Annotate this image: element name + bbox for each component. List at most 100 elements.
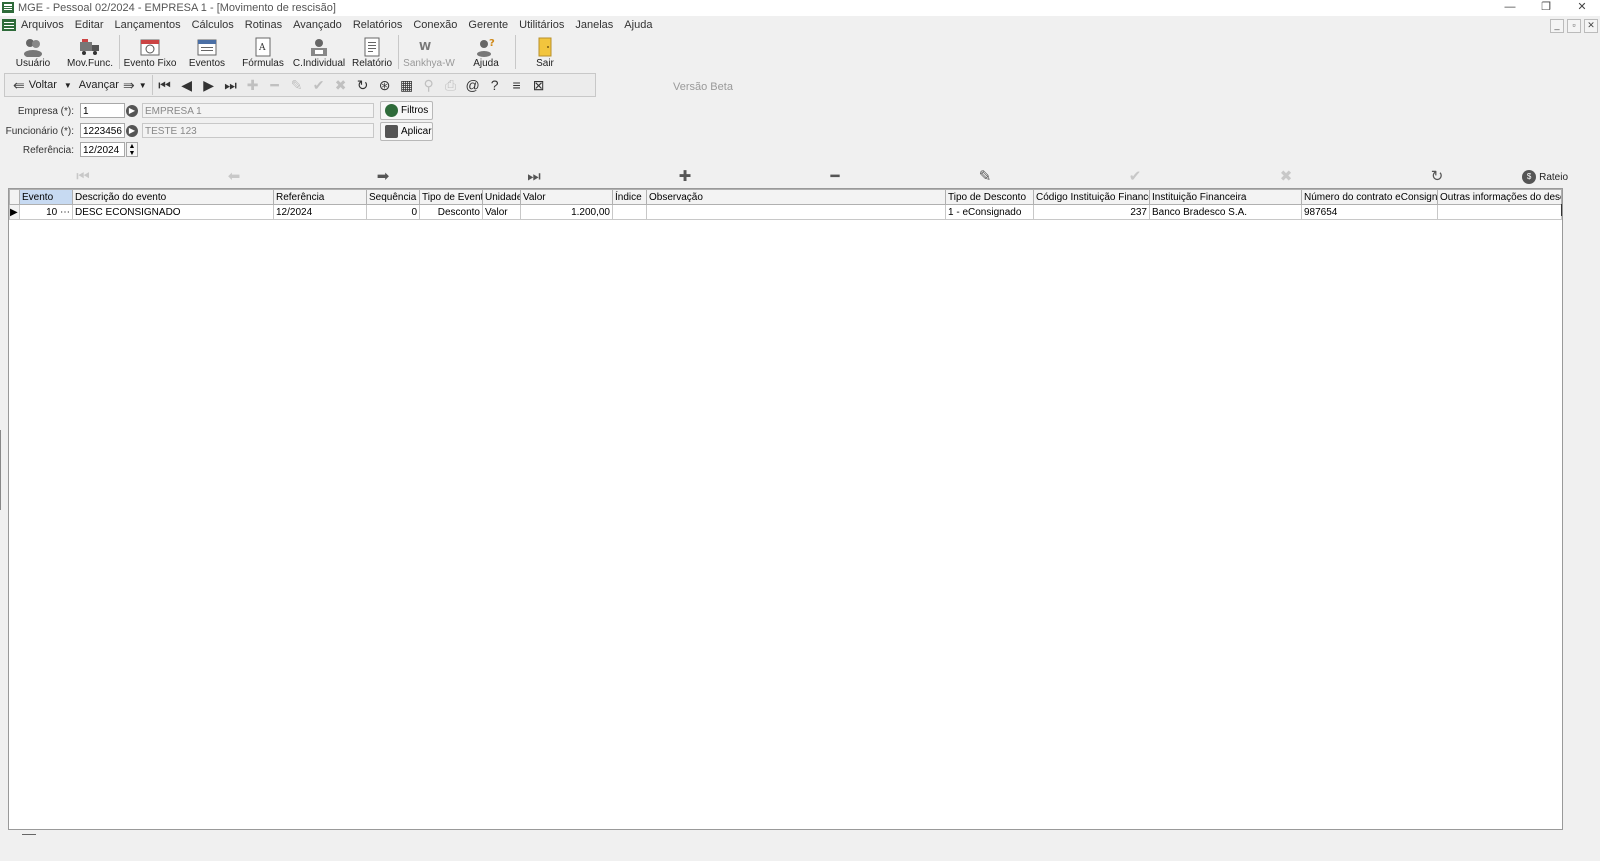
table-row[interactable]: ▶ 10 ⋯ DESC ECONSIGNADO 12/2024 0 Descon… (9, 204, 1562, 220)
close-button[interactable]: ✕ (1564, 0, 1600, 16)
table-cell[interactable]: 10 ⋯ (19, 204, 73, 220)
eventos-button[interactable]: Eventos (179, 35, 235, 69)
funcionario-lookup-icon[interactable]: ▶ (126, 125, 138, 137)
table-cell[interactable]: 1 - eConsignado (945, 204, 1034, 220)
restore-button[interactable]: ❐ (1528, 0, 1564, 16)
rateio-button[interactable]: $ Rateio (1522, 168, 1568, 186)
delete-record-icon[interactable]: ━ (264, 75, 286, 95)
column-header[interactable]: Tipo de Desconto (945, 189, 1034, 205)
table-cell[interactable]: Desconto (419, 204, 483, 220)
column-header[interactable]: Sequência (366, 189, 420, 205)
column-header[interactable]: Evento (19, 189, 73, 205)
insert-record-icon[interactable]: ✚ (242, 75, 264, 95)
help-icon[interactable]: ? (484, 75, 506, 95)
table-cell[interactable] (612, 204, 647, 220)
mdi-window-icon[interactable] (2, 19, 16, 31)
next-record-icon[interactable]: ▶ (198, 75, 220, 95)
table-cell[interactable]: Banco Bradesco S.A. (1149, 204, 1302, 220)
first-record-icon[interactable]: ⏮ (154, 75, 176, 95)
table-cell[interactable]: 1.200,00 (520, 204, 613, 220)
menu-arquivos[interactable]: Arquivos (21, 19, 64, 31)
menu-editar[interactable]: Editar (75, 19, 104, 31)
menu-avancado[interactable]: Avançado (293, 19, 342, 31)
menu-rotinas[interactable]: Rotinas (245, 19, 282, 31)
ajuda-button[interactable]: ? Ajuda (458, 35, 514, 69)
table-cell[interactable]: 12/2024 (273, 204, 367, 220)
sair-button[interactable]: Sair (517, 35, 573, 69)
grid-previous-icon[interactable]: ⬅ (224, 167, 244, 187)
vertical-scroll-marker[interactable] (1561, 204, 1562, 216)
column-header[interactable]: Instituição Financeira (1149, 189, 1302, 205)
column-header[interactable]: Observação (646, 189, 946, 205)
column-header[interactable]: Referência (273, 189, 367, 205)
column-header[interactable]: Valor (520, 189, 613, 205)
table-cell[interactable] (646, 204, 946, 220)
c-individual-button[interactable]: C.Individual (291, 35, 347, 69)
wrap-text-icon[interactable]: ≡ (506, 75, 528, 95)
grid-first-icon[interactable]: ⏮ (73, 167, 93, 187)
menu-gerente[interactable]: Gerente (468, 19, 508, 31)
referencia-spinner[interactable]: ▲ ▼ (126, 142, 138, 157)
menu-lancamentos[interactable]: Lançamentos (115, 19, 181, 31)
menu-conexao[interactable]: Conexão (413, 19, 457, 31)
grid-delete-icon[interactable]: ━ (825, 167, 845, 187)
formulas-button[interactable]: A Fórmulas (235, 35, 291, 69)
email-icon[interactable]: @ (462, 75, 484, 95)
last-record-icon[interactable]: ⏭ (220, 75, 242, 95)
empresa-code-field[interactable]: 1 (80, 103, 125, 118)
menu-relatorios[interactable]: Relatórios (353, 19, 403, 31)
grid-cancel-icon[interactable]: ✖ (1276, 167, 1296, 187)
execute-icon[interactable]: ⊛ (374, 75, 396, 95)
column-header[interactable]: Índice (612, 189, 647, 205)
edit-record-icon[interactable]: ✎ (286, 75, 308, 95)
usuario-button[interactable]: Usuário (4, 35, 62, 69)
cancel-icon[interactable]: ✖ (330, 75, 352, 95)
table-cell[interactable]: Valor (482, 204, 521, 220)
menu-utilitarios[interactable]: Utilitários (519, 19, 564, 31)
column-header[interactable]: Unidade (482, 189, 521, 205)
relatorio-button[interactable]: Relatório (347, 35, 397, 69)
grid-refresh-icon[interactable]: ↻ (1427, 167, 1447, 187)
funcionario-code-field[interactable]: 1223456 (80, 123, 125, 138)
previous-record-icon[interactable]: ◀ (176, 75, 198, 95)
menu-calculos[interactable]: Cálculos (192, 19, 234, 31)
table-cell[interactable]: 987654 (1301, 204, 1438, 220)
evento-fixo-button[interactable]: Evento Fixo (121, 35, 179, 69)
sankhya-w-button[interactable]: W Sankhya-W (400, 35, 458, 69)
mdi-minimize-button[interactable]: _ (1550, 19, 1564, 33)
mov-func-button[interactable]: Mov.Func. (62, 35, 118, 69)
mdi-restore-button[interactable]: ▫ (1567, 19, 1581, 33)
grid-edit-icon[interactable]: ✎ (975, 167, 995, 187)
voltar-button[interactable]: ⇚ Voltar ▼ (5, 77, 72, 94)
filtros-button[interactable]: Filtros (380, 101, 433, 120)
confirm-icon[interactable]: ✔ (308, 75, 330, 95)
grid-confirm-icon[interactable]: ✔ (1125, 167, 1145, 187)
search-icon[interactable]: ⚲ (418, 75, 440, 95)
close-window-icon[interactable]: ⊠ (528, 75, 550, 95)
empresa-lookup-icon[interactable]: ▶ (126, 105, 138, 117)
refresh-icon[interactable]: ↻ (352, 75, 374, 95)
left-splitter[interactable] (0, 430, 6, 510)
calculator-icon[interactable]: ▦ (396, 75, 418, 95)
ellipsis-icon[interactable]: ⋯ (60, 207, 70, 218)
column-header[interactable]: Número do contrato eConsignado (1301, 189, 1438, 205)
avancar-button[interactable]: Avançar ⇛ ▼ (79, 77, 147, 94)
column-header[interactable]: Tipo de Evento (419, 189, 483, 205)
referencia-field[interactable]: 12/2024 (80, 142, 125, 157)
table-cell[interactable]: 0 (366, 204, 420, 220)
column-header[interactable]: Código Instituição Financeira (1033, 189, 1150, 205)
minimize-button[interactable]: — (1492, 0, 1528, 16)
grid-last-icon[interactable]: ⏭ (524, 167, 544, 187)
menu-ajuda[interactable]: Ajuda (624, 19, 652, 31)
column-header[interactable]: Descrição do evento (72, 189, 274, 205)
grid-next-icon[interactable]: ➡ (373, 167, 393, 187)
print-icon[interactable]: ⎙ (440, 75, 462, 95)
table-cell[interactable]: DESC ECONSIGNADO (72, 204, 274, 220)
table-cell[interactable]: 237 (1033, 204, 1150, 220)
column-header[interactable]: Outras informações do desc (1437, 189, 1562, 205)
menu-janelas[interactable]: Janelas (575, 19, 613, 31)
aplicar-button[interactable]: Aplicar (380, 122, 433, 141)
grid-insert-icon[interactable]: ✚ (675, 167, 695, 187)
table-cell[interactable] (1437, 204, 1562, 220)
mdi-close-button[interactable]: ✕ (1584, 19, 1598, 33)
